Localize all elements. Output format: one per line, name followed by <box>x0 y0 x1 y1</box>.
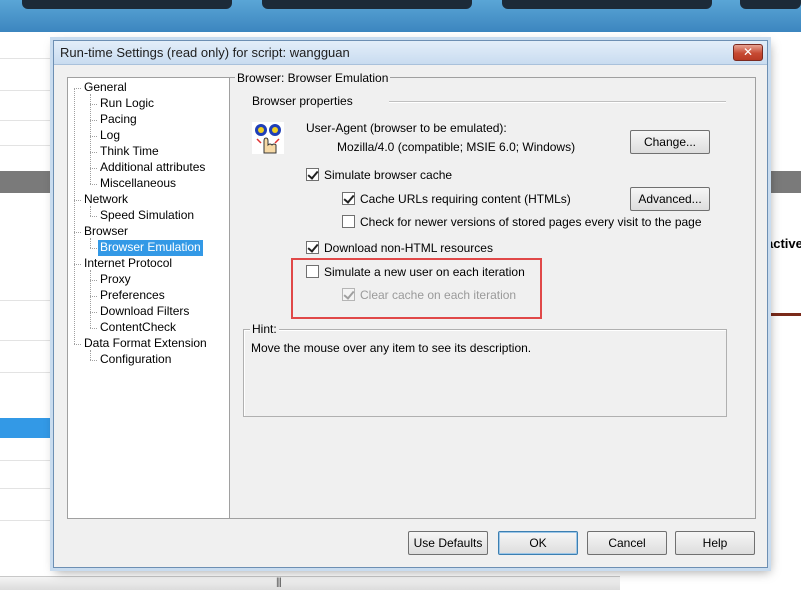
simulate-cache-label: Simulate browser cache <box>324 168 453 182</box>
dialog-titlebar[interactable]: Run-time Settings (read only) for script… <box>54 41 767 65</box>
tree-item[interactable]: Run Logic <box>98 96 156 112</box>
tree-item[interactable]: Configuration <box>98 352 173 368</box>
tree-connector <box>74 264 81 265</box>
tree-connector <box>90 94 91 184</box>
user-agent-label: User-Agent (browser to be emulated): <box>306 121 507 135</box>
use-defaults-button[interactable]: Use Defaults <box>408 531 488 555</box>
cache-urls-checkbox[interactable] <box>342 192 355 205</box>
download-nonhtml-checkbox[interactable] <box>306 241 319 254</box>
background-tab <box>502 0 712 9</box>
background-grid-line <box>0 90 53 91</box>
cancel-button[interactable]: Cancel <box>587 531 667 555</box>
background-tab <box>740 0 801 9</box>
close-button[interactable]: ✕ <box>733 44 763 61</box>
tree-item[interactable]: Browser Emulation <box>98 240 203 256</box>
check-newer-label: Check for newer versions of stored pages… <box>360 215 702 229</box>
tree-connector <box>90 216 97 217</box>
scrollbar-grip-icon[interactable]: ||| <box>276 577 282 588</box>
tree-connector <box>90 104 97 105</box>
tree-connector <box>90 248 97 249</box>
properties-separator <box>389 101 726 103</box>
tree-item[interactable]: Internet Protocol <box>82 256 174 272</box>
close-icon: ✕ <box>742 45 754 59</box>
tree-item[interactable]: Data Format Extension <box>82 336 209 352</box>
check-newer-checkbox[interactable] <box>342 215 355 228</box>
tree-item[interactable]: Preferences <box>98 288 167 304</box>
help-button[interactable]: Help <box>675 531 755 555</box>
download-nonhtml-label: Download non-HTML resources <box>324 241 493 255</box>
background-tab <box>262 0 472 9</box>
tree-connector <box>90 280 97 281</box>
hint-title: Hint: <box>250 322 279 336</box>
hint-text: Move the mouse over any item to see its … <box>251 341 532 355</box>
tree-connector <box>90 168 97 169</box>
tree-connector <box>74 88 75 344</box>
tree-connector <box>74 232 81 233</box>
tree-item[interactable]: Think Time <box>98 144 161 160</box>
group-title: Browser: Browser Emulation <box>235 71 391 85</box>
background-grid-line <box>0 58 53 59</box>
tree-item[interactable]: Download Filters <box>98 304 191 320</box>
cache-urls-label: Cache URLs requiring content (HTMLs) <box>360 192 571 206</box>
ok-button[interactable]: OK <box>498 531 578 555</box>
highlight-annotation-box <box>291 258 542 319</box>
tree-item[interactable]: Speed Simulation <box>98 208 196 224</box>
background-grid-line <box>0 488 53 489</box>
background-tab <box>22 0 232 9</box>
background-chart-line <box>768 313 801 316</box>
background-grid-line <box>0 340 53 341</box>
tree-connector <box>90 328 97 329</box>
tree-connector <box>74 344 81 345</box>
tree-connector <box>90 296 97 297</box>
advanced-button[interactable]: Advanced... <box>630 187 710 211</box>
tree-item[interactable]: Pacing <box>98 112 139 128</box>
simulate-cache-checkbox[interactable] <box>306 168 319 181</box>
background-grid-line <box>0 372 53 373</box>
tree-connector <box>90 238 91 248</box>
background-horizontal-scrollbar[interactable]: ||| <box>0 576 620 590</box>
user-agent-value: Mozilla/4.0 (compatible; MSIE 6.0; Windo… <box>337 140 576 154</box>
tree-connector <box>90 360 97 361</box>
tree-connector <box>74 88 81 89</box>
tree-item[interactable]: Log <box>98 128 122 144</box>
tree-connector <box>90 206 91 216</box>
tree-connector <box>90 270 91 328</box>
background-grid-line <box>0 460 53 461</box>
tree-connector <box>90 136 97 137</box>
tree-item[interactable]: ContentCheck <box>98 320 178 336</box>
tree-connector <box>74 200 81 201</box>
tree-connector <box>90 152 97 153</box>
tree-connector <box>90 184 97 185</box>
background-grid-line <box>0 300 53 301</box>
settings-tree[interactable]: General Run Logic Pacing Log Think Time Addit… <box>67 77 230 519</box>
tree-item[interactable]: Additional attributes <box>98 160 207 176</box>
tree-item[interactable]: Miscellaneous <box>98 176 178 192</box>
user-agent-icon <box>252 122 284 154</box>
tree-item[interactable]: Proxy <box>98 272 133 288</box>
tree-connector <box>90 312 97 313</box>
tree-connector <box>90 350 91 360</box>
background-grid-line <box>0 120 53 121</box>
tree-item[interactable]: General <box>82 80 129 96</box>
background-app-header <box>0 0 801 32</box>
background-selected-row <box>0 418 52 438</box>
change-button[interactable]: Change... <box>630 130 710 154</box>
background-grid-line <box>0 145 53 146</box>
tree-connector <box>90 120 97 121</box>
background-partial-label: active <box>766 236 801 251</box>
background-grid-line <box>0 520 53 521</box>
browser-properties-title: Browser properties <box>252 94 353 108</box>
runtime-settings-dialog: Run-time Settings (read only) for script… <box>53 40 768 568</box>
dialog-title: Run-time Settings (read only) for script… <box>60 45 350 60</box>
